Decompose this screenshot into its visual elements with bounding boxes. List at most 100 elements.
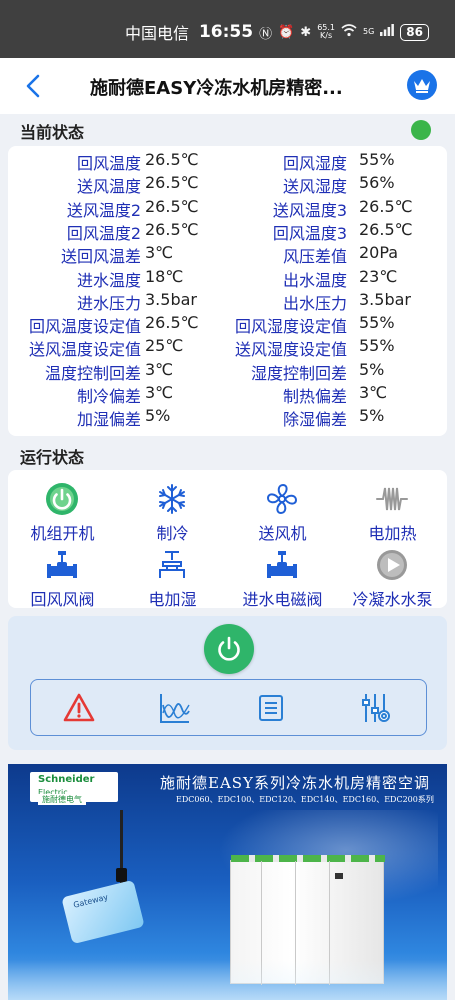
app-header: 施耐德EASY冷冻水机房精密... (0, 58, 455, 114)
param-label: 风压差值 (282, 247, 347, 267)
param-value: 5% (145, 406, 171, 426)
product-banner[interactable]: Schneider Electric 施耐德电气 施耐德EASY系列冷冻水机房精… (8, 764, 447, 1000)
power-on-icon (46, 483, 78, 515)
alarm-button[interactable] (62, 691, 96, 725)
run-item-supply-fan[interactable]: 送风机 (228, 478, 337, 544)
param-label: 送回风温差 (60, 247, 141, 267)
param-row: 温度控制回差 3℃ 湿度控制回差 5% (8, 360, 447, 383)
param-row: 送风温度设定值 25℃ 送风湿度设定值 55% (8, 336, 447, 359)
banner-models: EDC060、EDC100、EDC120、EDC140、EDC160、EDC20… (176, 795, 434, 804)
param-label: 进水温度 (76, 270, 141, 290)
settings-sliders-icon (362, 694, 390, 722)
param-row: 进水压力 3.5bar 出水压力 3.5bar (8, 290, 447, 313)
run-item-cooling[interactable]: 制冷 (118, 478, 227, 544)
net-speed: 65.1 K/s (317, 24, 335, 40)
param-row: 回风温度 26.5℃ 回风湿度 55% (8, 150, 447, 173)
water-wave-graphic (8, 960, 447, 1000)
param-row: 制冷偏差 3℃ 制热偏差 3℃ (8, 383, 447, 406)
cabinet-display-panel (335, 873, 343, 879)
param-label: 出水压力 (282, 293, 347, 313)
power-button[interactable] (204, 624, 254, 674)
param-row: 回风温度2 26.5℃ 回风温度3 26.5℃ (8, 220, 447, 243)
param-label: 湿度控制回差 (250, 363, 347, 383)
param-value: 26.5℃ (145, 196, 199, 216)
param-label: 制热偏差 (282, 387, 347, 406)
param-row: 送风温度 26.5℃ 送风湿度 56% (8, 173, 447, 196)
run-item-label: 送风机 (258, 524, 307, 543)
chevron-left-icon (26, 74, 40, 98)
param-value: 55% (359, 336, 395, 356)
param-value: 5% (359, 359, 385, 379)
param-label: 制冷偏差 (76, 387, 141, 406)
signal-strength-icon (380, 24, 395, 40)
param-value: 26.5℃ (145, 219, 199, 239)
param-label: 送风湿度 (282, 177, 347, 197)
signal-5g-label: 5G (363, 27, 375, 36)
param-row: 送回风温差 3℃ 风压差值 20Pa (8, 243, 447, 266)
run-item-label: 回风风阀 (30, 590, 95, 609)
valve-icon (47, 551, 77, 578)
settings-button[interactable] (358, 691, 392, 725)
param-row: 进水温度 18℃ 出水温度 23℃ (8, 267, 447, 290)
heater-coil-icon (376, 487, 408, 511)
run-item-label: 电加热 (368, 524, 417, 543)
param-label: 回风温度设定值 (28, 317, 141, 337)
param-label: 送风温度 (76, 177, 141, 197)
run-item-label: 进水电磁阀 (242, 590, 323, 609)
run-item-label: 机组开机 (30, 524, 95, 543)
parameter-panel: 回风温度 26.5℃ 回风湿度 55% 送风温度 26.5℃ 送风湿度 56% 送风温度2 26.… (8, 146, 447, 436)
run-item-electric-heating[interactable]: 电加热 (338, 478, 447, 544)
status-bar: 中国电信 16:55 Ⓝ ⏰ ✱ 65.1 K/s 5G 86 (0, 0, 455, 58)
run-item-return-damper[interactable]: 回风风阀 (8, 544, 117, 610)
back-button[interactable] (22, 72, 48, 100)
vip-button[interactable] (407, 70, 437, 100)
banner-title: 施耐德EASY系列冷冻水机房精密空调 (160, 774, 430, 792)
param-value: 23℃ (359, 266, 398, 286)
page-title: 施耐德EASY冷冻水机房精密... (90, 78, 343, 99)
run-item-inlet-solenoid-valve[interactable]: 进水电磁阀 (228, 544, 337, 610)
run-item-label: 电加湿 (148, 590, 197, 609)
log-list-icon (259, 695, 283, 721)
param-value: 26.5℃ (145, 313, 199, 333)
param-value: 5% (359, 406, 385, 426)
status-bar-right: 中国电信 16:55 Ⓝ ⏰ ✱ 65.1 K/s 5G 86 (125, 20, 429, 44)
run-item-electric-humidifier[interactable]: 电加湿 (118, 544, 227, 610)
param-label: 进水压力 (76, 293, 141, 313)
param-label: 送风温度3 (272, 200, 347, 220)
pump-play-icon (377, 550, 407, 580)
param-value: 25℃ (145, 336, 184, 356)
param-value: 3℃ (145, 243, 174, 263)
gateway-tag: Gateway (72, 892, 109, 910)
run-item-unit-on[interactable]: 机组开机 (8, 478, 117, 544)
cabinet-top-strip (231, 855, 385, 862)
param-label: 回风湿度 (282, 154, 347, 173)
param-value: 26.5℃ (359, 196, 413, 216)
trend-button[interactable] (158, 691, 192, 725)
net-speed-unit: K/s (320, 31, 333, 40)
param-value: 55% (359, 150, 395, 169)
param-value: 56% (359, 173, 395, 193)
gateway-device-image: Gateway (61, 879, 145, 945)
param-value: 3.5bar (359, 289, 411, 309)
alarm-clock-icon: ⏰ (278, 24, 295, 40)
humidifier-icon (159, 551, 185, 578)
param-row: 回风温度设定值 26.5℃ 回风湿度设定值 55% (8, 313, 447, 336)
snowflake-icon (159, 484, 185, 514)
carrier-label: 中国电信 (124, 24, 189, 43)
crown-icon (414, 79, 430, 93)
battery-level: 86 (400, 23, 429, 41)
fan-icon (266, 483, 298, 515)
param-value: 3℃ (145, 383, 174, 402)
param-label: 送风湿度设定值 (234, 340, 347, 360)
param-value: 3℃ (145, 359, 174, 379)
param-value: 18℃ (145, 266, 184, 286)
param-row: 加湿偏差 5% 除湿偏差 5% (8, 406, 447, 429)
control-panel (8, 616, 447, 750)
param-label: 送风温度设定值 (28, 340, 141, 360)
log-button[interactable] (254, 691, 288, 725)
run-item-condensate-pump[interactable]: 冷凝水水泵 (338, 544, 447, 610)
nfc-icon: Ⓝ (259, 26, 273, 42)
param-label: 回风温度2 (66, 223, 141, 243)
param-label: 加湿偏差 (76, 410, 141, 430)
param-label: 出水温度 (282, 270, 347, 290)
